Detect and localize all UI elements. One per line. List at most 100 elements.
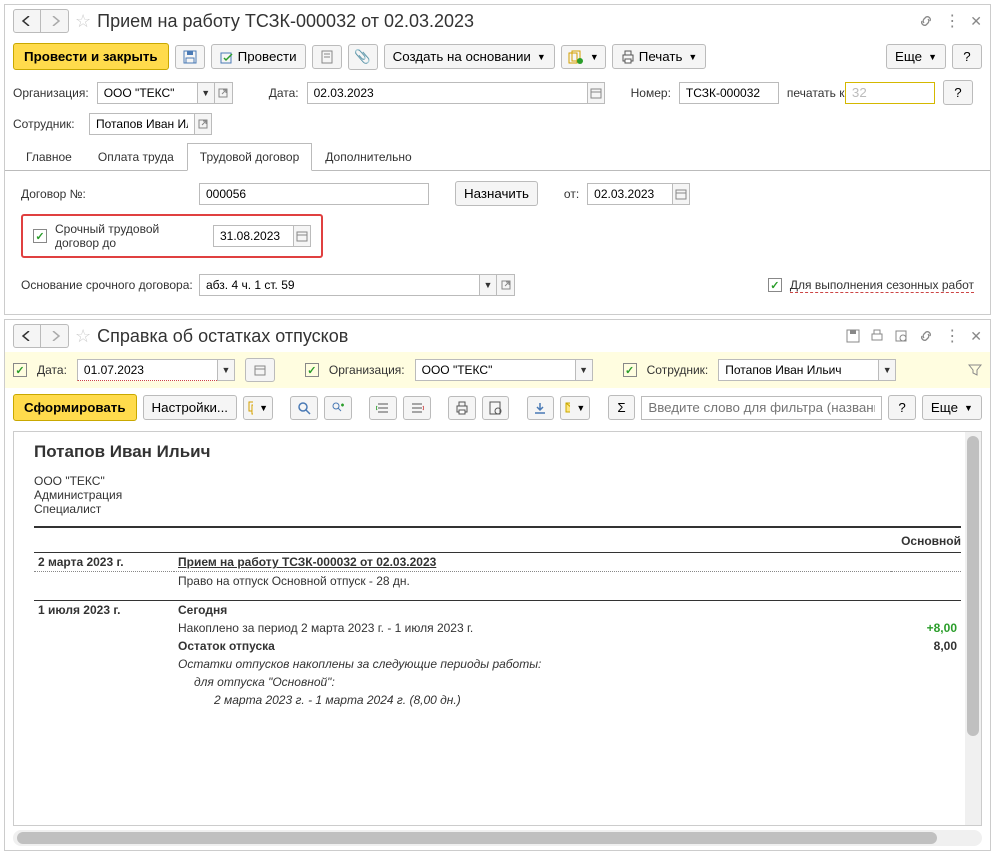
help-print-as[interactable]: ? bbox=[943, 80, 973, 105]
variants-button[interactable]: ▼ bbox=[243, 396, 273, 420]
run-report-button[interactable]: Сформировать bbox=[13, 394, 137, 421]
urgent-checkbox[interactable] bbox=[33, 229, 47, 243]
sigma-icon: Σ bbox=[617, 400, 625, 415]
favorite-star-icon[interactable]: ☆ bbox=[75, 326, 91, 347]
report-body: Потапов Иван Ильич ООО "ТЕКС" Администра… bbox=[14, 432, 981, 719]
report-toolbar: Сформировать Настройки... ▼ bbox=[5, 388, 990, 427]
link-icon[interactable] bbox=[918, 13, 934, 29]
rpt-emp-field[interactable]: ▼ bbox=[718, 359, 896, 381]
calendar-icon[interactable] bbox=[587, 82, 605, 104]
print-report-button[interactable] bbox=[448, 396, 476, 420]
calendar-icon[interactable] bbox=[672, 183, 690, 205]
more-menu-icon[interactable]: ⋮ bbox=[944, 326, 960, 346]
tab-bar: Главное Оплата труда Трудовой договор До… bbox=[5, 143, 990, 171]
attach-icon-button[interactable]: 📎 bbox=[348, 44, 378, 70]
create-based-button[interactable]: Создать на основании▼ bbox=[384, 44, 555, 69]
note1: Остатки отпусков накоплены за следующие … bbox=[174, 655, 891, 673]
close-icon[interactable]: ✕ bbox=[970, 13, 982, 30]
tab-pay[interactable]: Оплата труда bbox=[85, 143, 187, 171]
chevron-down-icon[interactable]: ▼ bbox=[575, 359, 593, 381]
tab-extra[interactable]: Дополнительно bbox=[312, 143, 424, 171]
help-button-report[interactable]: ? bbox=[888, 395, 916, 420]
rpt-date-label: Дата: bbox=[37, 363, 67, 377]
titlebar: ☆ Прием на работу ТСЗК-000032 от 02.03.2… bbox=[5, 5, 990, 37]
back-button[interactable] bbox=[13, 9, 41, 33]
number-label: Номер: bbox=[631, 86, 671, 100]
more-button-report[interactable]: Еще▼ bbox=[922, 395, 982, 420]
contract-num-field[interactable] bbox=[199, 183, 429, 205]
collapse-button[interactable] bbox=[403, 396, 431, 420]
rpt-emp-label: Сотрудник: bbox=[647, 363, 709, 377]
org-check[interactable] bbox=[305, 363, 319, 377]
employee-field[interactable] bbox=[89, 113, 212, 135]
emp-check[interactable] bbox=[623, 363, 637, 377]
post-and-close-button[interactable]: Провести и закрыть bbox=[13, 43, 169, 70]
event-doc-link[interactable]: Прием на работу ТСЗК-000032 от 02.03.202… bbox=[178, 555, 436, 569]
today-date: 1 июля 2023 г. bbox=[34, 600, 174, 619]
page-setup-button[interactable] bbox=[482, 396, 510, 420]
chevron-down-icon[interactable]: ▼ bbox=[217, 359, 235, 381]
date-check[interactable] bbox=[13, 363, 27, 377]
note2: для отпуска "Основной": bbox=[174, 673, 891, 691]
preview-icon[interactable] bbox=[894, 329, 908, 343]
date-field[interactable] bbox=[307, 82, 605, 104]
forward-button[interactable] bbox=[41, 9, 69, 33]
help-button-top[interactable]: ? bbox=[952, 44, 982, 69]
rest-label: Остаток отпуска bbox=[174, 637, 891, 655]
sum-button[interactable]: Σ bbox=[608, 395, 636, 420]
more-button-top[interactable]: Еще▼ bbox=[886, 44, 946, 69]
print-button[interactable]: Печать▼ bbox=[612, 44, 707, 69]
more-menu-icon[interactable]: ⋮ bbox=[944, 11, 960, 31]
calendar-icon[interactable] bbox=[293, 225, 311, 247]
vertical-scrollbar[interactable] bbox=[965, 432, 981, 825]
basis-field[interactable]: ▼ bbox=[199, 274, 515, 296]
urgent-contract-box: Срочный трудовой договор до bbox=[21, 214, 323, 258]
rpt-date-field[interactable]: ▼ bbox=[77, 359, 235, 381]
settings-button[interactable]: Настройки... bbox=[143, 395, 237, 420]
post-button[interactable]: Провести bbox=[211, 44, 306, 69]
assign-button[interactable]: Назначить bbox=[455, 181, 538, 206]
contract-from-field[interactable] bbox=[587, 183, 690, 205]
favorite-star-icon[interactable]: ☆ bbox=[75, 11, 91, 32]
filter-input[interactable] bbox=[641, 396, 882, 420]
calendar-button[interactable] bbox=[245, 358, 275, 382]
scroll-thumb[interactable] bbox=[17, 832, 937, 844]
rpt-org-field[interactable]: ▼ bbox=[415, 359, 593, 381]
report-org: ООО "ТЕКС" bbox=[34, 474, 961, 488]
link-icon[interactable] bbox=[918, 328, 934, 344]
back-button[interactable] bbox=[13, 324, 41, 348]
forward-button[interactable] bbox=[41, 324, 69, 348]
scroll-thumb[interactable] bbox=[967, 436, 979, 736]
org-field[interactable]: ▼ bbox=[97, 82, 233, 104]
printer-icon[interactable] bbox=[870, 329, 884, 343]
urgent-date-field[interactable] bbox=[213, 225, 311, 247]
print-as-field[interactable] bbox=[845, 82, 935, 104]
open-ref-icon[interactable] bbox=[194, 113, 212, 135]
chevron-down-icon[interactable]: ▼ bbox=[197, 82, 215, 104]
seasonal-checkbox[interactable] bbox=[768, 278, 782, 292]
mail-report-button[interactable]: ▼ bbox=[560, 396, 590, 420]
find-next-button[interactable] bbox=[324, 396, 352, 420]
open-ref-icon[interactable] bbox=[215, 82, 233, 104]
number-field[interactable] bbox=[679, 82, 779, 104]
open-ref-icon[interactable] bbox=[497, 274, 515, 296]
contract-num-label: Договор №: bbox=[21, 187, 191, 201]
report-table: 2 марта 2023 г. Прием на работу ТСЗК-000… bbox=[34, 553, 961, 709]
save-report-button[interactable] bbox=[527, 396, 555, 420]
chevron-down-icon[interactable]: ▼ bbox=[479, 274, 497, 296]
find-button[interactable] bbox=[290, 396, 318, 420]
copy-icon bbox=[568, 50, 584, 64]
filter-icon[interactable] bbox=[968, 363, 982, 377]
floppy-icon[interactable] bbox=[846, 329, 860, 343]
copy-doc-button[interactable]: ▼ bbox=[561, 45, 606, 69]
tab-main[interactable]: Главное bbox=[13, 143, 85, 171]
document-icon-button[interactable] bbox=[312, 45, 342, 69]
chevron-down-icon[interactable]: ▼ bbox=[878, 359, 896, 381]
close-icon[interactable]: ✕ bbox=[970, 328, 982, 345]
tab-contract[interactable]: Трудовой договор bbox=[187, 143, 312, 171]
accum-value: +8,00 bbox=[891, 619, 961, 637]
expand-button[interactable] bbox=[369, 396, 397, 420]
save-button[interactable] bbox=[175, 45, 205, 69]
horizontal-scrollbar[interactable] bbox=[13, 830, 982, 846]
seasonal-link[interactable]: Для выполнения сезонных работ bbox=[790, 278, 974, 293]
